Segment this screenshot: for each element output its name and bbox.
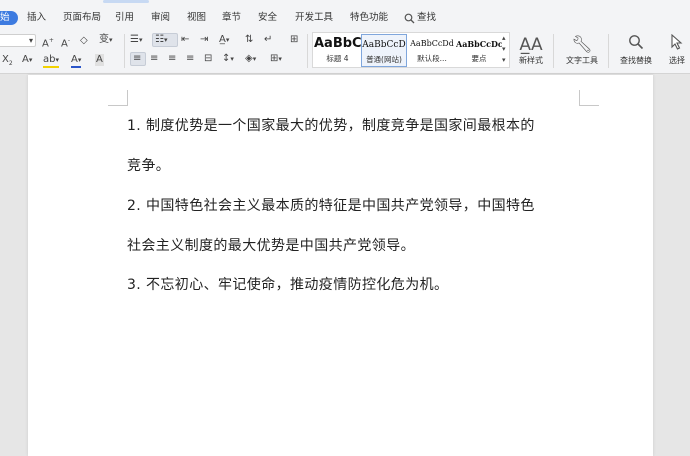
document-page[interactable]: 1. 制度优势是一个国家最大的优势，制度竞争是国家间最根本的 竞争。 2. 中国…: [28, 75, 653, 456]
distribute-icon[interactable]: ⊟: [204, 53, 212, 65]
toolbar-divider: [307, 34, 308, 68]
menu-security[interactable]: 安全: [258, 11, 277, 25]
find-replace-button[interactable]: 查找替换: [614, 34, 658, 66]
paragraph-1[interactable]: 1. 制度优势是一个国家最大的优势，制度竞争是国家间最根本的 竞争。: [127, 106, 535, 186]
style-name: 默认段...: [417, 54, 447, 63]
style-name: 标题 4: [326, 54, 349, 63]
numbered-list-icon: ☷▾: [155, 34, 168, 45]
align-left-icon: ≡: [133, 53, 142, 64]
font-color-icon[interactable]: A▾: [71, 54, 82, 68]
strikethrough-subscript-icon[interactable]: X2: [2, 54, 13, 70]
style-default-paragraph[interactable]: AaBbCcDd 默认段...: [408, 34, 456, 67]
shrink-font-icon[interactable]: A-: [61, 35, 70, 50]
bullet-list-icon[interactable]: ☰▾: [130, 34, 142, 46]
magnifier-icon: [614, 34, 658, 56]
chinese-layout-icon[interactable]: A̲▾: [219, 34, 229, 46]
style-sample: AaBbC: [314, 36, 362, 51]
new-style-button[interactable]: A̲A 新样式: [512, 34, 550, 66]
toolbar-divider: [553, 34, 554, 68]
new-style-icon: A̲A: [519, 35, 543, 55]
sort-icon[interactable]: ⇅: [245, 34, 253, 46]
select-label: 选择: [669, 56, 685, 65]
title-bar-edge: [0, 0, 690, 8]
align-left-button[interactable]: ≡: [130, 52, 146, 66]
text-tools-label: 文字工具: [566, 56, 598, 65]
style-key-point[interactable]: AaBbCcDc 要点: [456, 34, 502, 67]
cursor-arrow-icon: [662, 33, 690, 56]
increase-indent-icon[interactable]: ⇥: [200, 34, 208, 46]
menu-view[interactable]: 视图: [187, 11, 206, 25]
margin-corner-top-left: [108, 90, 128, 106]
menu-features[interactable]: 特色功能: [350, 11, 388, 25]
toolbar-divider: [124, 34, 125, 68]
paragraph-line: 3. 不忘初心、牢记使命，推动疫情防控化危为机。: [127, 277, 449, 293]
highlight-color-icon[interactable]: ab▾: [43, 54, 59, 68]
text-effect-icon[interactable]: A▾: [22, 54, 32, 66]
shading-icon[interactable]: ◈▾: [245, 53, 256, 65]
menu-page-layout[interactable]: 页面布局: [63, 11, 101, 25]
numbered-list-button[interactable]: ☷▾: [152, 33, 178, 47]
search-label: 查找: [417, 12, 437, 23]
justify-icon[interactable]: ≡: [186, 53, 194, 65]
search-icon: [404, 13, 415, 23]
show-marks-icon[interactable]: ↵: [264, 34, 272, 46]
style-normal-web[interactable]: AaBbCcD 普通(网站): [361, 34, 407, 67]
style-gallery: AaBbC 标题 4 AaBbCcD 普通(网站) AaBbCcDd 默认段..…: [312, 32, 510, 68]
paragraph-line: 竞争。: [127, 158, 171, 174]
toolbar-divider: [608, 34, 609, 68]
gallery-scroll-icon[interactable]: ▴ ▾ ▾: [502, 33, 506, 66]
clear-format-icon[interactable]: ◇: [80, 35, 88, 47]
menu-dev-tools[interactable]: 开发工具: [295, 11, 333, 25]
menu-insert[interactable]: 插入: [27, 11, 46, 25]
font-size-select[interactable]: ▾: [0, 34, 36, 47]
paragraph-2[interactable]: 2. 中国特色社会主义最本质的特征是中国共产党领导，中国特色 社会主义制度的最大…: [127, 186, 535, 266]
paragraph-line: 2. 中国特色社会主义最本质的特征是中国共产党领导，中国特色: [127, 198, 535, 214]
menu-review[interactable]: 审阅: [151, 11, 170, 25]
wrench-icon: 🔧︎: [571, 35, 593, 55]
menu-chapter[interactable]: 章节: [222, 11, 241, 25]
style-name: 要点: [471, 54, 487, 63]
paragraph-line: 1. 制度优势是一个国家最大的优势，制度竞争是国家间最根本的: [127, 118, 535, 134]
char-shading-icon[interactable]: A: [95, 54, 104, 66]
decrease-indent-icon[interactable]: ⇤: [181, 34, 189, 46]
table-icon[interactable]: ⊞: [290, 34, 298, 46]
line-spacing-icon[interactable]: ↕▾: [222, 53, 234, 65]
borders-icon[interactable]: ⊞▾: [270, 53, 282, 65]
align-right-icon[interactable]: ≡: [168, 53, 176, 65]
paragraph-line: 社会主义制度的最大优势是中国共产党领导。: [127, 238, 415, 254]
style-sample: AaBbCcD: [362, 40, 406, 50]
ribbon-menu-bar: 始 插入 页面布局 引用 审阅 视图 章节 安全 开发工具 特色功能 查找: [0, 8, 690, 28]
text-tools-button[interactable]: 🔧︎ 文字工具: [560, 34, 604, 66]
menu-references[interactable]: 引用: [115, 11, 134, 25]
document-tab-indicator[interactable]: [103, 0, 149, 3]
style-name: 普通(网站): [366, 55, 402, 64]
chevron-down-icon: ▾: [29, 36, 34, 45]
menu-home[interactable]: 始: [0, 11, 18, 25]
find-replace-label: 查找替换: [620, 56, 652, 65]
select-button[interactable]: 选择: [662, 33, 690, 66]
style-heading-4[interactable]: AaBbC 标题 4: [314, 34, 362, 67]
style-sample: AaBbCcDc: [456, 39, 502, 49]
phonetic-guide-icon[interactable]: 变▾: [99, 34, 113, 46]
margin-corner-top-right: [579, 90, 599, 106]
paragraph-3[interactable]: 3. 不忘初心、牢记使命，推动疫情防控化危为机。: [127, 265, 448, 305]
style-sample: AaBbCcDd: [410, 39, 454, 48]
align-center-icon[interactable]: ≡: [150, 53, 158, 65]
menu-search[interactable]: 查找: [404, 11, 436, 25]
new-style-label: 新样式: [519, 56, 543, 65]
grow-font-icon[interactable]: A+: [42, 35, 54, 50]
